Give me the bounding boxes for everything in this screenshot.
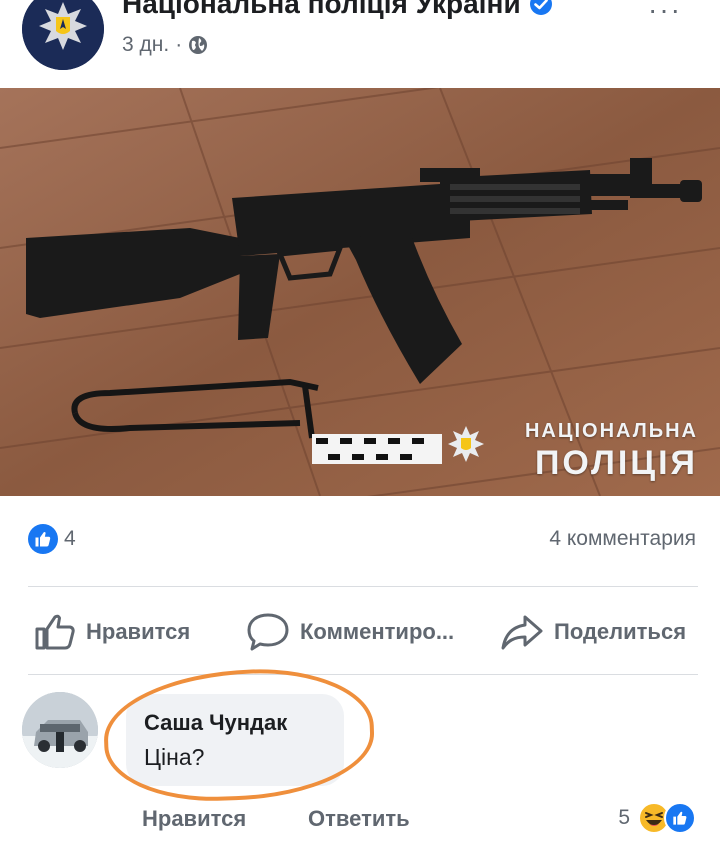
- divider-bottom: [28, 674, 698, 675]
- post-stats: 4 4 комментария: [0, 524, 720, 564]
- like-button[interactable]: Нравится: [34, 610, 190, 654]
- commenter-avatar[interactable]: [22, 692, 98, 768]
- thumbs-up-icon: [673, 811, 687, 825]
- verified-badge-icon: [529, 0, 552, 15]
- orange-highlight-circle: [101, 665, 377, 805]
- comment-reaction-count: 5: [618, 806, 630, 829]
- comment-reply-button[interactable]: Ответить: [308, 806, 410, 832]
- commenter-avatar-image: [22, 692, 98, 768]
- thumbs-up-icon: [35, 532, 51, 547]
- watermark-line1: НАЦІОНАЛЬНА: [524, 420, 698, 442]
- like-reaction-icon: [664, 802, 696, 834]
- share-button-label: Поделиться: [554, 619, 687, 644]
- comment-button-label: Комментиро...: [300, 619, 455, 644]
- post-meta: 3 дн. ·: [122, 33, 208, 57]
- thumbs-up-icon: [35, 614, 75, 650]
- more-options-button[interactable]: ···: [648, 0, 682, 26]
- post-header: Національна поліція України ··· 3 дн. ·: [0, 0, 720, 82]
- comments-count[interactable]: 4 комментария: [549, 527, 696, 551]
- like-reaction-badge[interactable]: [28, 524, 58, 554]
- facebook-post: Національна поліція України ··· 3 дн. ·: [0, 0, 720, 848]
- watermark-line2: ПОЛІЦІЯ: [534, 444, 698, 482]
- share-button[interactable]: Поделиться: [500, 610, 686, 654]
- share-arrow-icon: [501, 615, 543, 650]
- comment-button[interactable]: Комментиро...: [246, 610, 454, 654]
- post-time[interactable]: 3 дн.: [122, 33, 169, 57]
- divider-top: [28, 586, 698, 587]
- meta-separator: ·: [175, 33, 183, 56]
- comment-reactions[interactable]: 5: [618, 802, 696, 834]
- police-emblem-icon: [22, 0, 104, 70]
- like-button-label: Нравится: [86, 619, 191, 644]
- comment-like-button[interactable]: Нравится: [142, 806, 246, 832]
- globe-icon: [189, 36, 208, 54]
- page-name[interactable]: Національна поліція України: [122, 0, 553, 20]
- page-avatar[interactable]: [22, 0, 104, 70]
- like-count[interactable]: 4: [64, 527, 76, 551]
- post-photo[interactable]: НАЦІОНАЛЬНА ПОЛІЦІЯ: [0, 88, 720, 496]
- page-name-text[interactable]: Національна поліція України: [122, 0, 521, 20]
- comment-bubble-icon: [247, 613, 289, 651]
